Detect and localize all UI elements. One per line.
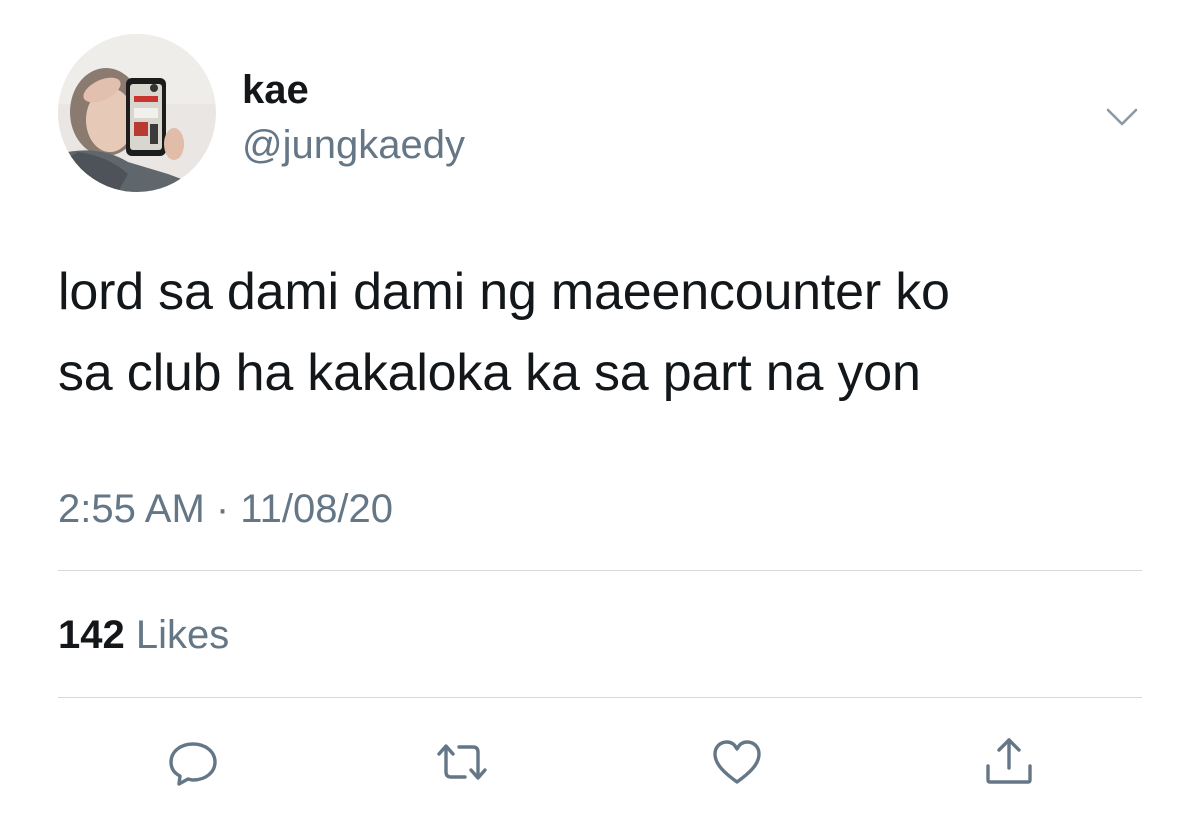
avatar[interactable] xyxy=(58,34,216,192)
reply-button[interactable] xyxy=(162,732,224,792)
retweet-button[interactable] xyxy=(431,732,493,792)
more-options-button[interactable] xyxy=(1100,100,1144,134)
avatar-image xyxy=(58,34,216,192)
tweet-text-line: lord sa dami dami ng maeencounter ko xyxy=(58,263,950,321)
retweet-icon xyxy=(437,744,487,780)
user-handle[interactable]: @jungkaedy xyxy=(242,122,465,168)
likes-label: Likes xyxy=(135,613,230,657)
share-button[interactable] xyxy=(978,732,1040,792)
reply-icon xyxy=(169,742,217,786)
tweet-timestamp[interactable]: 2:55 AM · 11/08/20 xyxy=(58,486,393,532)
divider xyxy=(58,697,1142,698)
likes-stat[interactable]: 142 Likes xyxy=(58,612,229,658)
tweet-text-line: sa club ha kakaloka ka sa part na yon xyxy=(58,344,921,402)
chevron-down-icon xyxy=(1106,108,1138,126)
likes-count: 142 xyxy=(58,613,125,657)
display-name[interactable]: kae xyxy=(242,68,309,112)
share-icon xyxy=(986,738,1032,784)
heart-icon xyxy=(713,740,761,784)
like-button[interactable] xyxy=(706,732,768,792)
divider xyxy=(58,570,1142,571)
tweet-text: lord sa dami dami ng maeencounter ko sa … xyxy=(58,252,1168,414)
